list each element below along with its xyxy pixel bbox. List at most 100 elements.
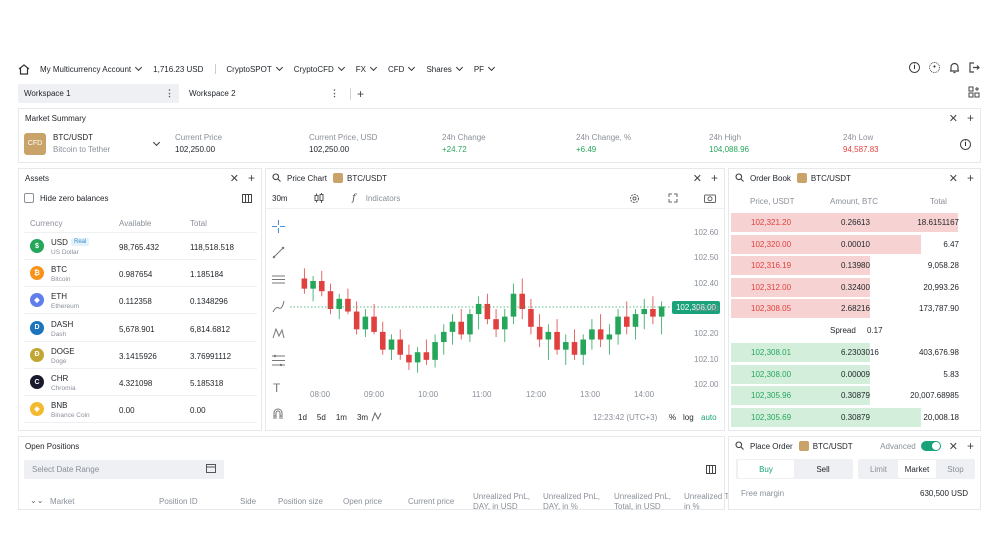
expand-all-icon[interactable]: ⌄⌄ xyxy=(30,496,43,505)
trendline-icon[interactable] xyxy=(272,246,285,261)
search-icon[interactable] xyxy=(735,172,744,184)
close-icon[interactable]: ✕ xyxy=(230,172,239,185)
search-icon[interactable] xyxy=(735,440,744,452)
menu-cryptospot[interactable]: CryptoSPOT xyxy=(226,63,283,74)
add-tab-icon[interactable]: + xyxy=(357,87,364,101)
candle-body xyxy=(353,311,360,330)
ask-row[interactable]: 102,312.00 0.32400 20,993.26 xyxy=(731,277,963,298)
chart-settings-icon[interactable] xyxy=(629,193,640,206)
order-type-stop[interactable]: Stop xyxy=(937,460,974,478)
ask-row[interactable]: 102,308.05 2.68216 173,787.90 xyxy=(731,298,963,319)
bid-row[interactable]: 102,305.96 0.30879 20,007.68985 xyxy=(731,385,963,406)
close-icon[interactable]: ✕ xyxy=(693,172,702,185)
sell-button[interactable]: Sell xyxy=(795,460,851,478)
bid-row[interactable]: 102,305.69 0.30879 20,008.18 xyxy=(731,407,963,428)
positions-col-header[interactable]: Unrealized PnL, DAY, in USD xyxy=(473,492,539,512)
pair-selector[interactable]: CFD BTC/USDT Bitcoin to Tether xyxy=(24,131,161,156)
layout-grid-icon[interactable] xyxy=(968,86,980,100)
ask-row[interactable]: 102,321.20 0.26613 18.6151167 xyxy=(731,212,963,233)
bid-row[interactable]: 102,308.00 0.00009 5.83 xyxy=(731,364,963,385)
ob-amount: 0.00010 xyxy=(841,239,870,249)
positions-col-header[interactable]: Market xyxy=(50,497,74,507)
crosshair-icon[interactable] xyxy=(272,220,285,235)
logout-icon[interactable] xyxy=(969,62,980,76)
ask-row[interactable]: 102,316.19 0.13980 9,058.28 xyxy=(731,255,963,276)
positions-col-header[interactable]: Position ID xyxy=(159,497,198,507)
log-toggle[interactable]: log xyxy=(683,413,694,422)
info-icon[interactable]: i xyxy=(960,139,971,150)
fullscreen-icon[interactable] xyxy=(668,193,678,205)
columns-icon[interactable] xyxy=(242,194,252,205)
horizontal-lines-icon[interactable] xyxy=(272,273,285,288)
asset-row[interactable]: ◆ ETH Ethereum 0.112358 0.1348296 xyxy=(24,287,257,315)
order-type-market[interactable]: Market xyxy=(898,460,936,478)
columns-icon[interactable] xyxy=(706,465,716,476)
home-icon[interactable] xyxy=(18,63,30,75)
calendar-icon[interactable] xyxy=(206,464,216,475)
ask-row[interactable]: 102,320.00 0.00010 6.47 xyxy=(731,234,963,255)
menu-cryptocfd[interactable]: CryptoCFD xyxy=(294,63,345,74)
positions-col-header[interactable]: Position size xyxy=(278,497,323,507)
candlestick-chart[interactable] xyxy=(290,212,722,408)
auto-toggle[interactable]: auto xyxy=(701,413,717,422)
positions-col-header[interactable]: Open price xyxy=(343,497,382,507)
candles-icon[interactable] xyxy=(314,193,324,205)
checkbox-box[interactable] xyxy=(24,193,34,203)
hide-zero-checkbox[interactable]: Hide zero balances xyxy=(24,193,108,203)
positions-col-header[interactable]: Unrealized PnL, Total, in USD xyxy=(614,492,680,512)
more-icon[interactable]: ⋮ xyxy=(330,88,339,99)
asset-row[interactable]: $ USD Real US Dollar 98,765.432 118,518.518 xyxy=(24,233,257,260)
compare-icon[interactable] xyxy=(371,411,382,424)
info-icon[interactable]: i xyxy=(909,62,920,73)
close-icon[interactable]: ✕ xyxy=(949,172,958,185)
order-type-limit[interactable]: Limit xyxy=(860,460,897,478)
top-right-icons: i • xyxy=(909,62,980,76)
positions-col-header[interactable]: Side xyxy=(240,497,256,507)
panel-header: Place Order BTC/USDT Advanced ✕ + xyxy=(729,437,980,455)
close-icon[interactable]: ✕ xyxy=(949,440,958,453)
add-icon[interactable]: + xyxy=(967,111,974,125)
menu-fx[interactable]: FX xyxy=(356,63,378,74)
range-3m[interactable]: 3m xyxy=(357,413,368,422)
text-tool-icon[interactable]: T xyxy=(273,381,280,395)
asset-row[interactable]: C CHR Chromia 4.321098 5.185318 xyxy=(24,369,257,396)
range-5d[interactable]: 5d xyxy=(317,413,326,422)
account-selector[interactable]: My Multicurrency Account xyxy=(40,63,143,74)
bell-icon[interactable] xyxy=(949,62,960,76)
cell-value: 94,587.83 xyxy=(843,145,879,154)
menu-cfd[interactable]: CFD xyxy=(388,63,416,74)
fib-icon[interactable] xyxy=(272,354,285,369)
positions-col-header[interactable]: Unrealized PnL, DAY, in % xyxy=(543,492,609,512)
percent-toggle[interactable]: % xyxy=(669,413,676,422)
more-icon[interactable]: ⋮ xyxy=(165,88,174,99)
buy-button[interactable]: Buy xyxy=(738,460,794,478)
search-icon[interactable] xyxy=(272,172,281,184)
tab-workspace-1[interactable]: Workspace 1 ⋮ xyxy=(18,84,179,103)
asset-row[interactable]: ◈ BNB Binance Coin 0.00 0.00 xyxy=(24,396,257,424)
advanced-toggle[interactable] xyxy=(920,441,941,451)
asset-row[interactable]: D DASH Dash 5,678.901 6,814.6812 xyxy=(24,315,257,342)
bid-row[interactable]: 102,308.01 6.2303016 403,676.98 xyxy=(731,342,963,363)
add-icon[interactable]: + xyxy=(711,171,718,185)
chevron-down-icon xyxy=(488,63,496,72)
menu-shares[interactable]: Shares xyxy=(426,63,463,74)
asset-row[interactable]: ₿ BTC Bitcoin 0.987654 1.185184 xyxy=(24,260,257,288)
camera-icon[interactable] xyxy=(704,193,716,205)
range-1m[interactable]: 1m xyxy=(336,413,347,422)
indicators-button[interactable]: f Indicators xyxy=(352,193,400,204)
menu-pf[interactable]: PF xyxy=(474,63,496,74)
range-1d[interactable]: 1d xyxy=(298,413,307,422)
asset-row[interactable]: Ð DOGE Doge 3.1415926 3.76991112 xyxy=(24,342,257,369)
tab-workspace-2[interactable]: Workspace 2 ⋮ xyxy=(183,84,344,103)
magnet-icon[interactable] xyxy=(272,408,284,422)
positions-col-header[interactable]: Current price xyxy=(408,497,454,507)
add-icon[interactable]: + xyxy=(248,171,255,185)
close-icon[interactable]: ✕ xyxy=(949,112,958,125)
gear-icon[interactable]: • xyxy=(929,62,940,73)
interval-selector[interactable]: 30m xyxy=(272,194,288,203)
brush-icon[interactable] xyxy=(272,300,285,315)
pattern-icon[interactable] xyxy=(272,327,285,342)
date-range-input[interactable]: Select Date Range xyxy=(24,460,224,479)
add-icon[interactable]: + xyxy=(967,171,974,185)
add-icon[interactable]: + xyxy=(967,439,974,453)
